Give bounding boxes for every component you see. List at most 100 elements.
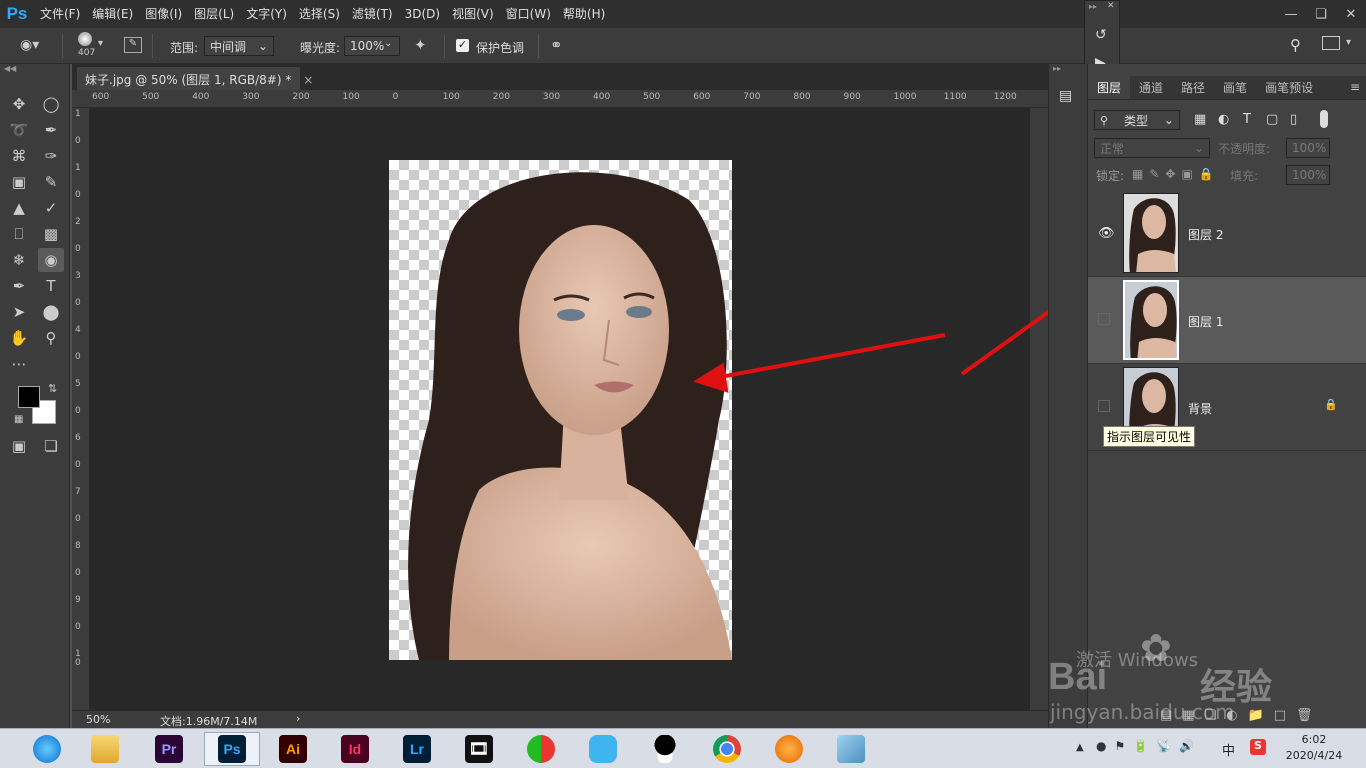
eraser-tool-icon[interactable]: ⎕ xyxy=(6,222,32,246)
eyedropper-tool-icon[interactable]: ✑ xyxy=(38,144,64,168)
sogou-input-icon[interactable]: S xyxy=(1250,739,1266,755)
filter-adjustment-icon[interactable]: ◐ xyxy=(1218,112,1229,127)
properties-icon[interactable]: ▤ xyxy=(1059,88,1072,104)
blur-tool-icon[interactable]: ❄ xyxy=(6,248,32,272)
filter-pixel-icon[interactable]: ▦ xyxy=(1194,112,1206,127)
layer-filter-select[interactable]: ⚲ 类型 ⌄ xyxy=(1094,110,1180,130)
panel-tab[interactable]: 画笔 xyxy=(1214,76,1256,99)
brush-panel-icon[interactable]: ✎ xyxy=(124,37,142,53)
airbrush-icon[interactable]: ✦ xyxy=(414,36,427,54)
document-canvas-image[interactable] xyxy=(389,160,732,660)
gradient-tool-icon[interactable]: ▩ xyxy=(38,222,64,246)
premiere-icon[interactable]: Pr xyxy=(148,732,190,766)
close-tab-icon[interactable]: × xyxy=(303,73,313,87)
app-green-red-icon[interactable] xyxy=(520,732,562,766)
menu-item[interactable]: 窗口(W) xyxy=(500,0,557,28)
menu-item[interactable]: 视图(V) xyxy=(446,0,500,28)
panel-menu-icon[interactable]: ≡ xyxy=(1350,80,1360,94)
swap-colors-icon[interactable]: ⇅ xyxy=(48,382,57,395)
marquee-tool-icon[interactable]: ◯ xyxy=(38,92,64,116)
fill-input[interactable]: 100% xyxy=(1286,165,1330,185)
menu-item[interactable]: 图层(L) xyxy=(188,0,240,28)
blend-mode-select[interactable]: 正常 ⌄ xyxy=(1094,138,1210,158)
quick-mask-icon[interactable]: ▣ xyxy=(6,434,32,458)
default-colors-icon[interactable]: ▦ xyxy=(14,414,23,425)
hand-tool-icon[interactable]: ✋ xyxy=(6,326,32,350)
sponge-tool-icon[interactable]: ◉▾ xyxy=(20,37,39,53)
notepad-icon[interactable] xyxy=(830,732,872,766)
pen-tool-icon[interactable]: ✒ xyxy=(6,274,32,298)
layer-row-layer-2[interactable]: 👁 图层 2 xyxy=(1088,190,1366,277)
brush-preview-icon[interactable] xyxy=(78,32,92,46)
workspace-icon[interactable] xyxy=(1322,36,1340,50)
screen-mode-icon[interactable]: ❏ xyxy=(38,434,64,458)
panel-tab[interactable]: 路径 xyxy=(1172,76,1214,99)
move-tool-icon[interactable]: ✥ xyxy=(6,92,32,116)
menu-item[interactable]: 选择(S) xyxy=(293,0,346,28)
brush-tool-icon[interactable]: ✎ xyxy=(38,170,64,194)
system-clock[interactable]: 6:02 2020/4/24 xyxy=(1284,732,1344,764)
layer-row-layer-1[interactable]: 图层 1 xyxy=(1088,277,1366,364)
zoom-tool-icon[interactable]: ⚲ xyxy=(38,326,64,350)
close-icon[interactable]: ✕ xyxy=(1107,1,1115,11)
app-blue-icon[interactable] xyxy=(582,732,624,766)
menu-item[interactable]: 文件(F) xyxy=(34,0,86,28)
zoom-level[interactable]: 50% xyxy=(86,713,110,726)
qq-icon[interactable] xyxy=(644,732,686,766)
filter-toggle[interactable] xyxy=(1320,110,1328,128)
lock-icons[interactable]: ▦✎✥▣🔒 xyxy=(1132,167,1220,181)
range-select[interactable]: 中间调 ⌄ xyxy=(204,36,274,56)
panel-tab[interactable]: 通道 xyxy=(1130,76,1172,99)
photoshop-taskbar-icon[interactable]: Ps xyxy=(204,732,260,766)
vertical-scrollbar[interactable] xyxy=(1030,108,1048,710)
illustrator-icon[interactable]: Ai xyxy=(272,732,314,766)
menu-item[interactable]: 图像(I) xyxy=(139,0,188,28)
file-explorer-icon[interactable] xyxy=(84,732,126,766)
lasso-tool-icon[interactable]: ➰ xyxy=(6,118,32,142)
collapse-icon[interactable]: ▸▸ xyxy=(1053,64,1061,73)
menu-item[interactable]: 文字(Y) xyxy=(240,0,293,28)
search-icon[interactable]: ⚲ xyxy=(1290,36,1301,54)
foreground-color-swatch[interactable] xyxy=(18,386,40,408)
menu-item[interactable]: 3D(D) xyxy=(399,0,446,28)
menu-item[interactable]: 编辑(E) xyxy=(86,0,139,28)
lightroom-icon[interactable]: Lr xyxy=(396,732,438,766)
protect-tones-checkbox[interactable]: ✓ xyxy=(456,39,469,52)
type-tool-icon[interactable]: T xyxy=(38,274,64,298)
chrome-icon[interactable] xyxy=(706,732,748,766)
chevron-right-icon[interactable]: › xyxy=(296,712,300,725)
opacity-input[interactable]: 100% xyxy=(1286,138,1330,158)
sponge-tool-icon[interactable]: ◉ xyxy=(38,248,64,272)
filter-smart-object-icon[interactable]: ▯ xyxy=(1290,112,1297,127)
crop-tool-icon[interactable]: ⌘ xyxy=(6,144,32,168)
menu-item[interactable]: 滤镜(T) xyxy=(346,0,399,28)
path-select-tool-icon[interactable]: ➤ xyxy=(6,300,32,324)
history-brush-tool-icon[interactable]: ✓ xyxy=(38,196,64,220)
stamp-tool-icon[interactable]: ▲ xyxy=(6,196,32,220)
visibility-toggle-empty[interactable] xyxy=(1098,400,1110,412)
quick-select-tool-icon[interactable]: ✒ xyxy=(38,118,64,142)
chevron-down-icon[interactable]: ⌄ xyxy=(384,38,392,49)
close-icon[interactable]: ✕ xyxy=(1336,0,1366,28)
collapse-icon[interactable]: ◀◀ xyxy=(4,64,16,73)
tray-icons[interactable]: ●⚑🔋📡🔊 xyxy=(1096,739,1202,753)
chevron-down-icon[interactable]: ▾ xyxy=(1346,37,1351,48)
history-icon[interactable]: ↺ xyxy=(1095,27,1107,43)
ime-indicator[interactable]: 中 xyxy=(1222,740,1235,759)
visibility-toggle-empty[interactable] xyxy=(1098,313,1110,325)
restore-icon[interactable]: ❏ xyxy=(1306,0,1336,28)
more-tools-icon[interactable]: ⋯ xyxy=(6,352,32,376)
panel-tab[interactable]: 图层 xyxy=(1088,76,1131,99)
app-orange-icon[interactable] xyxy=(768,732,810,766)
minimize-icon[interactable]: — xyxy=(1276,0,1306,28)
show-hidden-icons-icon[interactable]: ▲ xyxy=(1076,742,1084,753)
pressure-size-icon[interactable]: ⚭ xyxy=(550,36,563,54)
filter-type-icon[interactable]: T xyxy=(1243,112,1251,127)
panel-tab[interactable]: 画笔预设 xyxy=(1256,76,1322,99)
menu-item[interactable]: 帮助(H) xyxy=(557,0,611,28)
document-tab[interactable]: 妹子.jpg @ 50% (图层 1, RGB/8#) * × xyxy=(76,66,313,90)
video-editor-icon[interactable]: 🎞 xyxy=(458,732,500,766)
eye-visibility-icon[interactable]: 👁 xyxy=(1098,226,1115,241)
healing-tool-icon[interactable]: ▣ xyxy=(6,170,32,194)
ellipse-tool-icon[interactable]: ⬤ xyxy=(38,300,64,324)
